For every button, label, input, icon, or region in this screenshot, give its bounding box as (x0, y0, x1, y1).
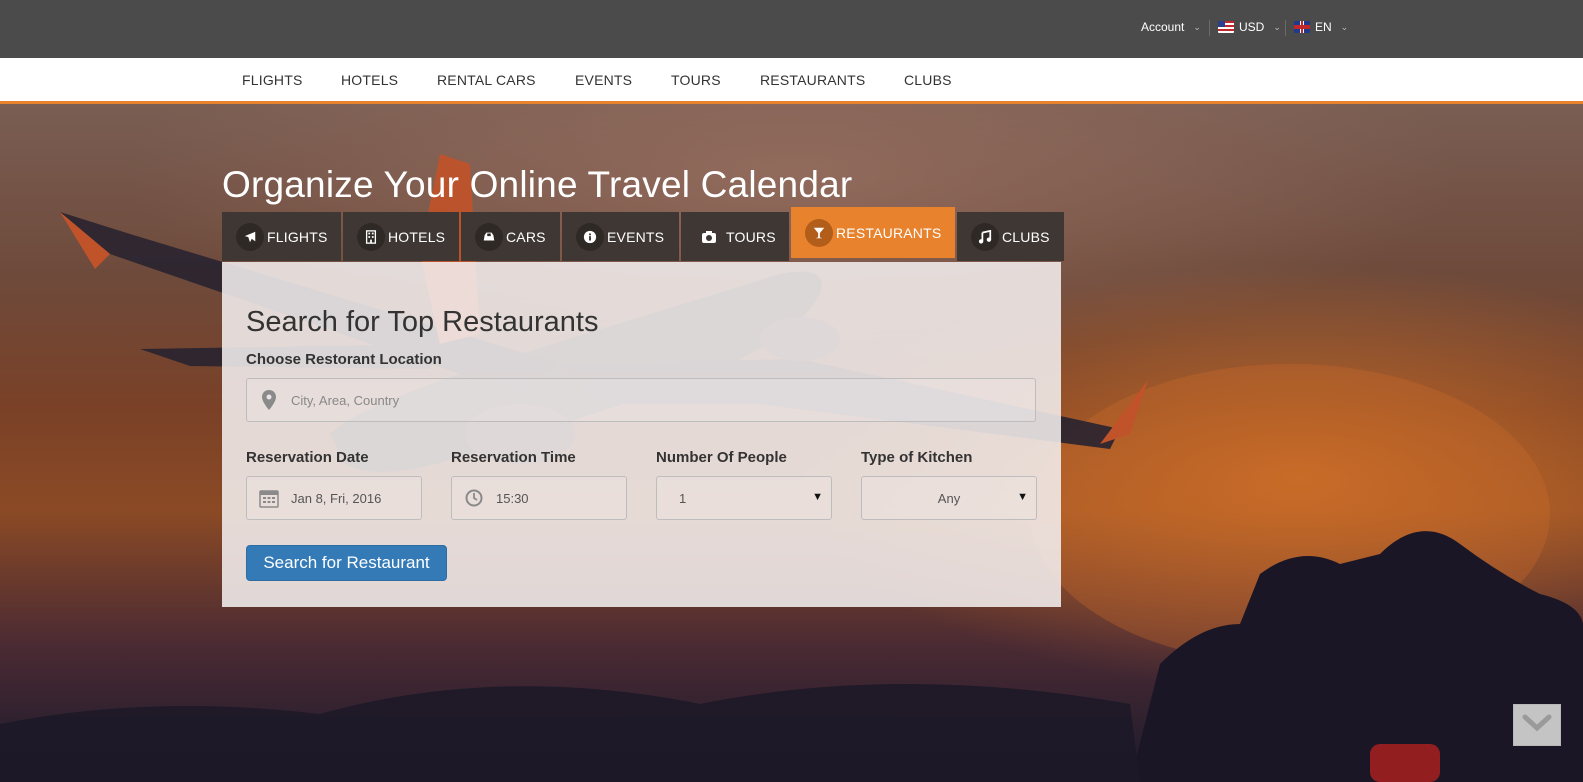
car-icon (475, 222, 503, 251)
number-of-people-select[interactable]: 1 ▼ (656, 476, 832, 520)
nav-flights[interactable]: FLIGHTS (242, 72, 303, 88)
hero-section: Organize Your Online Travel Calendar FLI… (0, 104, 1583, 782)
tab-label: HOTELS (388, 228, 446, 245)
tab-label: TOURS (726, 228, 776, 245)
reservation-date-input[interactable]: Jan 8, Fri, 2016 (246, 476, 422, 520)
tab-label: RESTAURANTS (836, 224, 942, 241)
reservation-time-input[interactable]: 15:30 (451, 476, 627, 520)
tab-hotels[interactable]: HOTELS (343, 212, 459, 261)
map-pin-icon (247, 390, 291, 410)
type-of-kitchen-select[interactable]: Any ▼ (861, 476, 1037, 520)
search-restaurant-button[interactable]: Search for Restaurant (246, 545, 447, 581)
account-label: Account (1141, 20, 1185, 34)
dropdown-arrow-icon: ▼ (812, 491, 823, 503)
tab-clubs[interactable]: CLUBS (957, 212, 1064, 261)
people-label: Number Of People (656, 449, 787, 466)
nav-clubs[interactable]: CLUBS (904, 72, 952, 88)
tab-cars[interactable]: CARS (461, 212, 560, 261)
language-label: EN (1315, 20, 1332, 34)
uk-flag-icon (1294, 21, 1310, 33)
kitchen-value: Any (937, 490, 961, 506)
search-heading: Search for Top Restaurants (246, 306, 599, 338)
people-value: 1 (679, 490, 687, 506)
nav-tours[interactable]: TOURS (671, 72, 721, 88)
restaurant-search-panel: Search for Top Restaurants Choose Restor… (222, 262, 1061, 607)
us-flag-icon (1218, 21, 1234, 33)
music-note-icon (971, 222, 999, 251)
time-value: 15:30 (496, 490, 529, 506)
hero-title: Organize Your Online Travel Calendar (222, 164, 853, 205)
date-value: Jan 8, Fri, 2016 (291, 490, 382, 506)
divider (1285, 20, 1286, 36)
cocktail-glass-icon (805, 218, 833, 247)
time-label: Reservation Time (451, 449, 576, 466)
chevron-down-icon: ⌄ (1273, 21, 1281, 32)
date-label: Reservation Date (246, 449, 369, 466)
chevron-down-icon: ⌄ (1340, 21, 1349, 32)
nav-rental-cars[interactable]: RENTAL CARS (437, 72, 536, 88)
tab-restaurants[interactable]: RESTAURANTS (791, 207, 955, 258)
tab-label: CARS (506, 228, 546, 245)
clock-icon (452, 489, 496, 507)
nav-events[interactable]: EVENTS (575, 72, 632, 88)
location-label: Choose Restorant Location (246, 351, 442, 368)
building-icon (357, 222, 385, 251)
scroll-down-button[interactable] (1513, 704, 1561, 746)
top-utility-bar: Account ⌄ USD ⌄ EN ⌄ (0, 0, 1583, 58)
camera-icon (695, 223, 723, 251)
account-dropdown[interactable]: Account ⌄ (1141, 20, 1201, 34)
currency-dropdown[interactable]: USD ⌄ (1218, 20, 1281, 34)
info-icon (576, 222, 604, 251)
dropdown-arrow-icon: ▼ (1017, 491, 1028, 503)
nav-restaurants[interactable]: RESTAURANTS (760, 72, 865, 88)
divider (1209, 20, 1210, 36)
tab-label: FLIGHTS (267, 228, 328, 245)
calendar-icon (247, 488, 291, 508)
location-placeholder: City, Area, Country (291, 392, 400, 408)
tab-label: EVENTS (607, 228, 665, 245)
tab-events[interactable]: EVENTS (562, 212, 679, 261)
currency-label: USD (1239, 20, 1265, 34)
plane-icon (236, 222, 264, 251)
tab-label: CLUBS (1002, 228, 1050, 245)
nav-hotels[interactable]: HOTELS (341, 72, 398, 88)
tab-flights[interactable]: FLIGHTS (222, 212, 341, 261)
tab-tours[interactable]: TOURS (681, 212, 789, 261)
location-input[interactable]: City, Area, Country (246, 378, 1036, 422)
chevron-down-icon: ⌄ (1193, 21, 1201, 32)
main-navigation: FLIGHTS HOTELS RENTAL CARS EVENTS TOURS … (0, 58, 1583, 104)
chevron-down-icon (1522, 714, 1552, 737)
language-dropdown[interactable]: EN ⌄ (1294, 20, 1348, 34)
kitchen-label: Type of Kitchen (861, 449, 973, 466)
